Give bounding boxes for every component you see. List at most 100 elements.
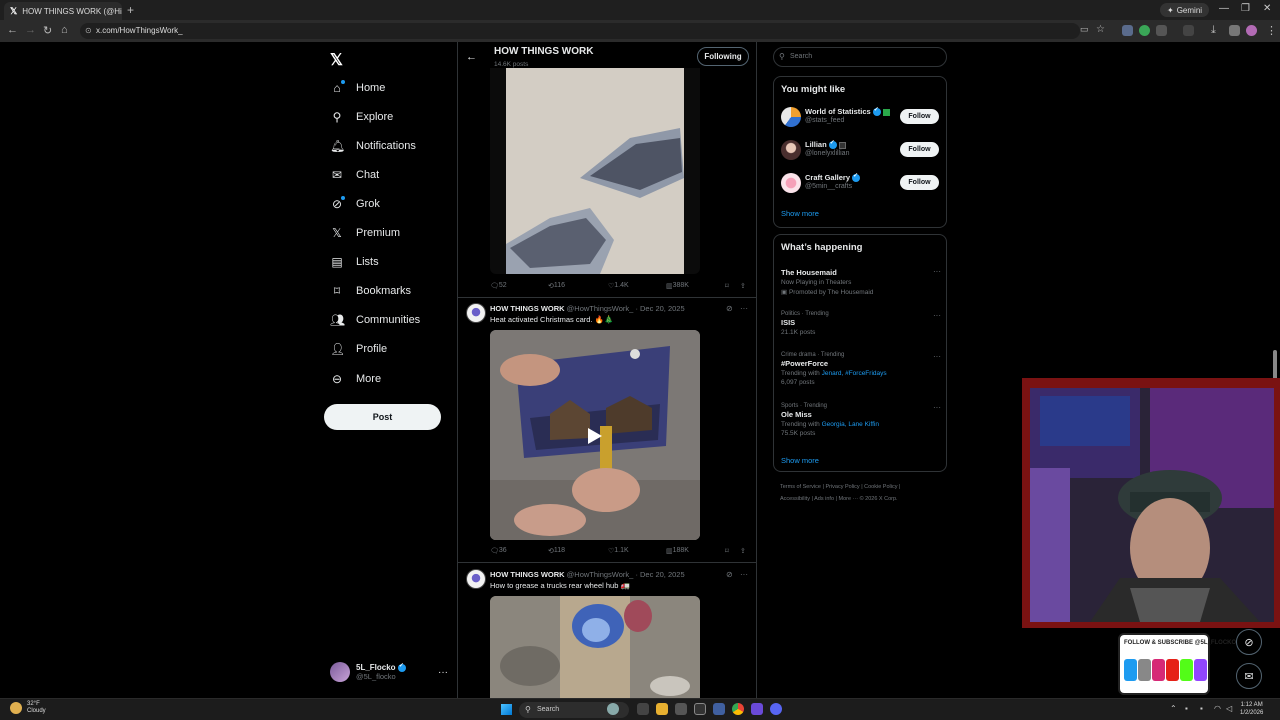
search-input[interactable]: ⚲ Search — [773, 47, 947, 67]
weather-widget[interactable]: 32°F Cloudy — [10, 701, 46, 715]
post-date[interactable]: · Dec 20, 2025 — [635, 304, 684, 313]
nav-item-more[interactable]: ⊖ More — [330, 369, 381, 389]
trend-item[interactable]: The Housemaid Now Playing in Theaters ▣ … — [781, 267, 941, 296]
trend-item[interactable]: Sports · Trending Ole Miss Trending with… — [781, 403, 941, 437]
nav-item-premium[interactable]: 𝕏 Premium — [330, 223, 400, 243]
nav-item-bookmarks[interactable]: ⌑ Bookmarks — [330, 281, 411, 301]
nav-item-explore[interactable]: ⚲ Explore — [330, 107, 394, 127]
post-date[interactable]: · Dec 20, 2025 — [635, 570, 684, 579]
reload-icon[interactable]: ↻ — [43, 24, 52, 37]
repost-button[interactable]: ⟲ 116 — [548, 282, 565, 290]
more-dots-icon[interactable]: ··· — [933, 311, 941, 320]
messages-floating-button[interactable]: ✉ — [1236, 663, 1262, 689]
nav-item-grok[interactable]: ⊘ Grok — [330, 194, 380, 214]
trending-with-links[interactable]: Georgia, Lane Kiffin — [822, 421, 879, 428]
follow-button[interactable]: Follow — [900, 175, 939, 190]
tab-search-icon[interactable] — [1229, 25, 1240, 36]
taskbar-app-icon[interactable] — [607, 703, 619, 715]
show-more-link[interactable]: Show more — [781, 456, 819, 465]
like-button[interactable]: ♡ 1.4K — [608, 282, 629, 290]
account-switcher[interactable]: 5L_Flocko @5L_flocko — [330, 662, 406, 682]
footer-links[interactable]: Accessibility | Ads info | More ··· © 20… — [780, 496, 950, 502]
back-icon[interactable]: ← — [7, 24, 18, 36]
volume-icon[interactable]: ◁ — [1226, 704, 1232, 713]
author-name[interactable]: HOW THINGS WORK — [490, 304, 565, 313]
show-more-link[interactable]: Show more — [781, 209, 819, 218]
trending-with-links[interactable]: Jenard, #ForceFridays — [822, 370, 887, 377]
avatar[interactable] — [466, 303, 486, 323]
views-button[interactable]: ▥ 388K — [666, 282, 689, 290]
author-handle[interactable]: @HowThingsWork_ — [567, 570, 634, 579]
cast-icon[interactable]: ▭ — [1080, 24, 1089, 35]
author-name[interactable]: HOW THINGS WORK — [490, 570, 565, 579]
views-button[interactable]: ▥ 188K — [666, 547, 689, 555]
follow-button[interactable]: Follow — [900, 109, 939, 124]
share-icon[interactable]: ⇪ — [740, 547, 746, 555]
address-bar[interactable]: ⊙ x.com/HowThingsWork_ — [80, 23, 1080, 39]
suggested-account[interactable]: Craft Gallery @5min__crafts Follow — [781, 172, 941, 194]
reply-button[interactable]: 🗨︎ 52 — [490, 282, 507, 290]
suggested-account[interactable]: Lillian @lonelyxlillian Follow — [781, 139, 941, 161]
browser-tab[interactable]: 𝕏 HOW THINGS WORK (@Hi... ✕ — [4, 2, 122, 20]
like-button[interactable]: ♡ 1.1K — [608, 547, 629, 555]
home-browser-icon[interactable]: ⌂ — [61, 24, 68, 36]
more-dots-icon[interactable]: ··· — [933, 403, 941, 412]
windows-start-icon[interactable] — [501, 704, 512, 715]
file-explorer-icon[interactable] — [656, 703, 668, 715]
taskbar-app-icon[interactable] — [713, 703, 725, 715]
following-button[interactable]: Following — [697, 47, 749, 66]
more-dots-icon[interactable]: ··· — [740, 304, 748, 313]
forward-icon[interactable]: → — [25, 24, 36, 36]
extension-icon[interactable] — [1122, 25, 1133, 36]
avatar[interactable] — [466, 569, 486, 589]
trend-item[interactable]: Crime drama · Trending #PowerForce Trend… — [781, 352, 941, 386]
discord-icon[interactable] — [770, 703, 782, 715]
trend-item[interactable]: Politics · Trending ISIS 21.1K posts ··· — [781, 311, 941, 336]
share-icon[interactable]: ⇪ — [740, 282, 746, 290]
gemini-button[interactable]: ✦ Gemini — [1160, 3, 1210, 17]
taskbar-app-icon[interactable] — [751, 703, 763, 715]
more-dots-icon[interactable]: ··· — [933, 267, 941, 276]
task-view-icon[interactable] — [637, 703, 649, 715]
footer-links[interactable]: Terms of Service | Privacy Policy | Cook… — [780, 484, 950, 490]
chrome-icon[interactable] — [732, 703, 744, 715]
nav-item-profile[interactable]: 👤︎ Profile — [330, 339, 387, 359]
bookmark-icon[interactable]: ⌑ — [725, 547, 729, 555]
x-home-logo[interactable]: 𝕏 — [330, 50, 343, 70]
post-button[interactable]: Post — [324, 404, 441, 430]
post-video[interactable] — [490, 330, 700, 540]
bookmark-icon[interactable]: ⌑ — [725, 282, 729, 290]
taskbar-app-icon[interactable] — [675, 703, 687, 715]
post-video[interactable] — [490, 596, 700, 698]
menu-icon[interactable]: ⋮ — [1266, 24, 1277, 37]
more-dots-icon[interactable]: ··· — [438, 667, 448, 678]
nav-item-lists[interactable]: ▤ Lists — [330, 252, 378, 272]
tray-app-icon[interactable]: ▪ — [1185, 704, 1188, 713]
grok-floating-button[interactable]: ⊘ — [1236, 629, 1262, 655]
sidepanel-icon[interactable] — [1183, 25, 1194, 36]
author-handle[interactable]: @HowThingsWork_ — [567, 304, 634, 313]
wifi-icon[interactable]: ◠ — [1214, 704, 1221, 713]
minimize-icon[interactable]: — — [1219, 3, 1229, 14]
nav-item-home[interactable]: ⌂ Home — [330, 78, 385, 98]
download-icon[interactable]: ⤓ — [1211, 24, 1216, 37]
puzzle-icon[interactable] — [1156, 25, 1167, 36]
scrollbar-thumb[interactable] — [1273, 350, 1277, 380]
reply-button[interactable]: 🗨︎ 36 — [490, 547, 507, 555]
grok-icon[interactable]: ⊘ — [726, 570, 733, 579]
nav-item-notifications[interactable]: 🔔︎ Notifications — [330, 136, 416, 156]
follow-button[interactable]: Follow — [900, 142, 939, 157]
tray-chevron-icon[interactable]: ⌃ — [1170, 704, 1177, 713]
window-close-icon[interactable]: ✕ — [1263, 3, 1271, 14]
nav-item-communities[interactable]: 👥︎ Communities — [330, 310, 420, 330]
extension-icon[interactable] — [1139, 25, 1150, 36]
suggested-account[interactable]: World of Statistics @stats_feed Follow — [781, 106, 941, 128]
site-info-icon[interactable]: ⊙ — [85, 23, 92, 39]
grok-icon[interactable]: ⊘ — [726, 304, 733, 313]
post-video[interactable] — [490, 68, 700, 274]
star-icon[interactable]: ☆ — [1096, 24, 1105, 35]
profile-avatar[interactable] — [1246, 25, 1257, 36]
back-arrow-icon[interactable]: ← — [466, 51, 477, 63]
taskbar-app-icon[interactable] — [694, 703, 706, 715]
more-dots-icon[interactable]: ··· — [740, 570, 748, 579]
